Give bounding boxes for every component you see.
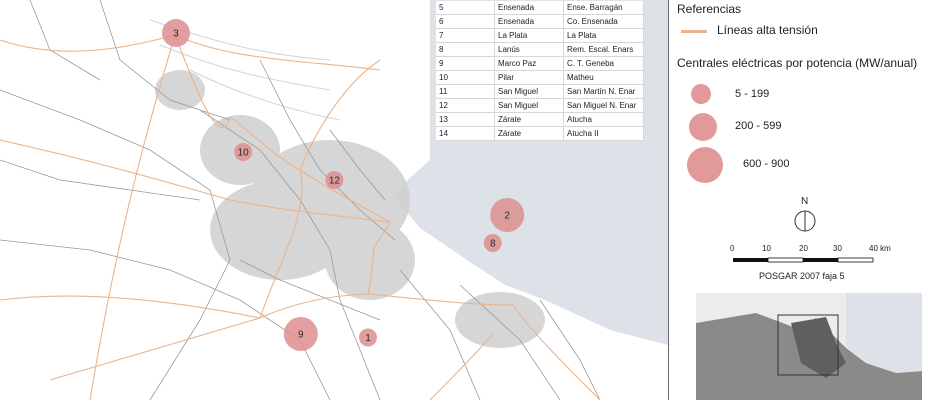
table-cell-number: 9 xyxy=(436,56,495,71)
table-cell-station: Rem. Escal. Enars xyxy=(563,42,644,57)
table-cell-station: Atucha xyxy=(563,112,644,127)
table-cell-station: San Miguel N. Enar xyxy=(563,98,644,113)
scale-bar xyxy=(733,257,874,263)
table-cell-number: 10 xyxy=(436,70,495,85)
table-row: 11 San Miguel San Martín N. Enar xyxy=(436,84,644,99)
station-marker-label: 10 xyxy=(238,148,250,159)
projection-label: POSGAR 2007 faja 5 xyxy=(759,271,845,281)
table-cell-number: 14 xyxy=(436,126,495,141)
table-cell-station: La Plata xyxy=(563,28,644,43)
table-cell-district: La Plata xyxy=(494,28,564,43)
line-legend-label: Líneas alta tensión xyxy=(717,23,818,37)
table-cell-number: 8 xyxy=(436,42,495,57)
scale-tick-0: 0 xyxy=(730,244,735,253)
station-marker-label: 9 xyxy=(298,330,304,341)
legend-class-1: 5 - 199 xyxy=(735,88,770,100)
table-cell-district: Marco Paz xyxy=(494,56,564,71)
table-cell-district: San Miguel xyxy=(494,84,564,99)
scale-tick-30: 30 xyxy=(833,244,842,253)
north-arrow-label: N xyxy=(801,196,809,207)
legend-symbol-medium xyxy=(689,113,717,141)
inset-map-drawing xyxy=(696,293,922,400)
station-marker-label: 2 xyxy=(504,211,510,222)
legend-class-2: 200 - 599 xyxy=(735,120,782,132)
scale-tick-20: 20 xyxy=(799,244,808,253)
table-cell-station: Matheu xyxy=(563,70,644,85)
table-cell-number: 11 xyxy=(436,84,495,99)
table-cell-station: Ense. Barragán xyxy=(563,1,644,15)
legend-symbol-large xyxy=(687,147,723,183)
symbol-legend-title: Centrales eléctricas por potencia (MW/an… xyxy=(677,56,918,70)
table-cell-number: 6 xyxy=(436,14,495,29)
table-cell-station: San Martín N. Enar xyxy=(563,84,644,99)
stations-table: 5 Ensenada Ense. Barragán 6 Ensenada Co. Ense… xyxy=(436,1,644,141)
station-marker-label: 3 xyxy=(173,29,179,40)
legend-class-3: 600 - 900 xyxy=(743,158,790,170)
table-cell-number: 5 xyxy=(436,1,495,15)
table-row: 13 Zárate Atucha xyxy=(436,112,644,127)
line-legend-swatch xyxy=(681,30,707,33)
table-cell-station: Atucha II xyxy=(563,126,644,141)
table-row: 9 Marco Paz C. T. Geneba xyxy=(436,56,644,71)
scale-tick-10: 10 xyxy=(762,244,771,253)
table-cell-district: Zárate xyxy=(494,112,564,127)
table-row: 12 San Miguel San Miguel N. Enar xyxy=(436,98,644,113)
table-row: 10 Pilar Matheu xyxy=(436,70,644,85)
table-cell-district: Lanús xyxy=(494,42,564,57)
table-cell-station: Co. Ensenada xyxy=(563,14,644,29)
table-cell-number: 12 xyxy=(436,98,495,113)
table-cell-district: Pilar xyxy=(494,70,564,85)
inset-locator-map xyxy=(696,293,922,400)
table-row: 8 Lanús Rem. Escal. Enars xyxy=(436,42,644,57)
scale-tick-40: 40 km xyxy=(869,244,891,253)
legend-title: Referencias xyxy=(677,2,742,16)
table-cell-district: Ensenada xyxy=(494,1,564,15)
legend-symbol-small xyxy=(691,84,711,104)
table-row: 7 La Plata La Plata xyxy=(436,28,644,43)
table-cell-number: 7 xyxy=(436,28,495,43)
north-arrow-icon xyxy=(794,210,816,232)
station-marker-label: 8 xyxy=(490,239,496,250)
table-cell-district: San Miguel xyxy=(494,98,564,113)
table-row: 5 Ensenada Ense. Barragán xyxy=(436,1,644,15)
table-cell-district: Zárate xyxy=(494,126,564,141)
station-marker-label: 1 xyxy=(365,333,371,344)
table-row: 14 Zárate Atucha II xyxy=(436,126,644,141)
table-row: 6 Ensenada Co. Ensenada xyxy=(436,14,644,29)
table-cell-number: 13 xyxy=(436,112,495,127)
station-marker-label: 12 xyxy=(329,176,341,187)
table-cell-station: C. T. Geneba xyxy=(563,56,644,71)
table-cell-district: Ensenada xyxy=(494,14,564,29)
